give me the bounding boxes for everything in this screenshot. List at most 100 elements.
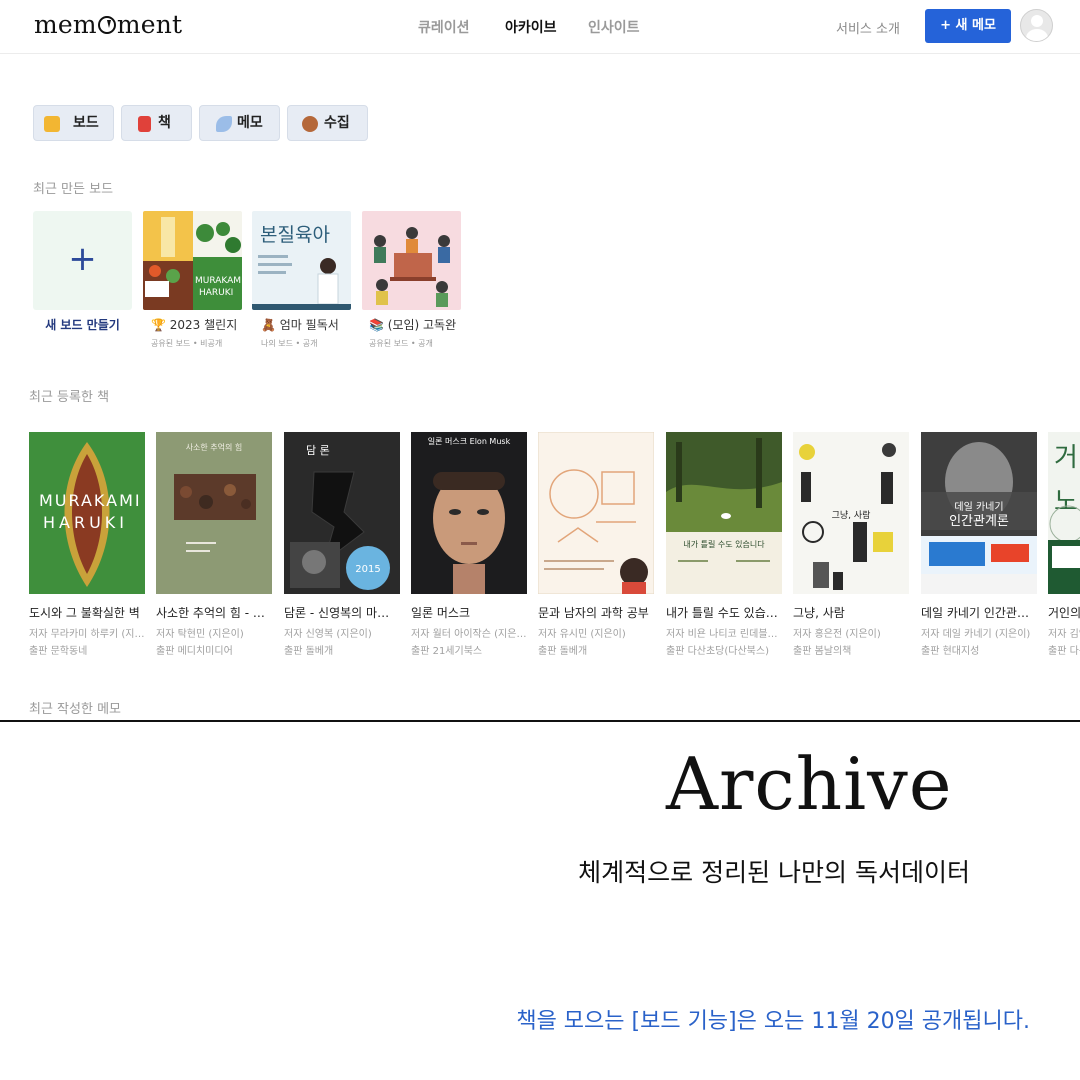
tab-board[interactable]: 보드 bbox=[33, 105, 114, 141]
svg-text:노: 노 bbox=[1054, 487, 1078, 517]
book-cover-image: 일론 머스크 Elon Musk bbox=[411, 432, 527, 594]
svg-text:거: 거 bbox=[1054, 443, 1078, 473]
board-illustration-image bbox=[362, 211, 461, 310]
board-title[interactable]: 📚 (모임) 고독완 bbox=[369, 316, 456, 333]
svg-text:일론 머스크 Elon Musk: 일론 머스크 Elon Musk bbox=[428, 437, 511, 446]
tab-book[interactable]: 책 bbox=[121, 105, 192, 141]
book-cover[interactable]: 일론 머스크 Elon Musk bbox=[411, 432, 527, 594]
book-cover[interactable]: MURAKAMI HARUKI bbox=[29, 432, 145, 594]
recent-books-heading: 최근 등록한 책 bbox=[29, 390, 110, 405]
nav-archive[interactable]: 아카이브 bbox=[505, 17, 557, 37]
feather-icon bbox=[216, 116, 232, 132]
book-publisher: 출판 21세기북스 bbox=[411, 646, 483, 657]
tab-board-label: 보드 bbox=[73, 115, 99, 131]
book-cover[interactable]: 그냥, 사람 bbox=[793, 432, 909, 594]
recent-boards-heading: 최근 만든 보드 bbox=[33, 182, 114, 197]
board-cover-image: 본질육아 bbox=[252, 211, 351, 310]
board-title[interactable]: 🏆 2023 챌린지 bbox=[151, 316, 237, 333]
tab-collect-label: 수집 bbox=[324, 115, 350, 131]
book-publisher: 출판 봄날의책 bbox=[793, 646, 852, 657]
book-title[interactable]: 내가 틀릴 수도 있습니다 bbox=[666, 604, 782, 621]
book-publisher: 출판 문학동네 bbox=[29, 646, 88, 657]
book-title[interactable]: 도시와 그 불확실한 벽 bbox=[29, 604, 145, 621]
book-cover[interactable]: 담 론 2015 bbox=[284, 432, 400, 594]
promo-headline: Archive bbox=[666, 742, 953, 826]
svg-text:인간관계론: 인간관계론 bbox=[949, 514, 1009, 529]
book-author: 저자 김익한 (지은이) bbox=[1048, 629, 1080, 640]
promo-subtitle: 체계적으로 정리된 나만의 독서데이터 bbox=[578, 858, 970, 887]
book-author: 저자 유시민 (지은이) bbox=[538, 629, 626, 640]
tab-collect[interactable]: 수집 bbox=[287, 105, 368, 141]
nav-insight[interactable]: 인사이트 bbox=[588, 17, 640, 37]
board-meta: 공유된 보드 • 비공개 bbox=[151, 339, 223, 348]
new-board-button[interactable]: + bbox=[33, 211, 132, 310]
book-cover-image: MURAKAMI HARUKI bbox=[29, 432, 145, 594]
svg-text:MURAKAMI: MURAKAMI bbox=[39, 491, 142, 510]
book-author: 저자 탁현민 (지은이) bbox=[156, 629, 244, 640]
page: mem ment 큐레이션 아카이브 인사이트 서비스 소개 + 새 메모 보드 … bbox=[0, 0, 1080, 1080]
svg-text:MURAKAMI: MURAKAMI bbox=[195, 276, 242, 286]
book-author: 저자 홍은전 (지은이) bbox=[793, 629, 881, 640]
svg-text:그냥, 사람: 그냥, 사람 bbox=[832, 509, 871, 521]
board-meta: 공유된 보드 • 공개 bbox=[369, 339, 433, 348]
book-cover[interactable]: 사소한 추억의 힘 bbox=[156, 432, 272, 594]
nav-curation[interactable]: 큐레이션 bbox=[418, 17, 470, 37]
squirrel-icon bbox=[302, 116, 318, 132]
book-title[interactable]: 담론 - 신영복의 마지막 강의 bbox=[284, 604, 400, 621]
board-thumbnail[interactable] bbox=[362, 211, 461, 310]
board-cover-title: 본질육아 bbox=[260, 224, 330, 246]
book-cover[interactable]: 데일 카네기 인간관계론 bbox=[921, 432, 1037, 594]
book-author: 저자 비욘 나티코 린데블라드 bbox=[666, 629, 782, 640]
book-author: 저자 신영복 (지은이) bbox=[284, 629, 372, 640]
svg-text:사소한 추억의 힘: 사소한 추억의 힘 bbox=[186, 442, 243, 452]
avatar[interactable] bbox=[1020, 9, 1053, 42]
promo-notice: 책을 모으는 [보드 기능]은 오는 11월 20일 공개됩니다. bbox=[516, 1009, 1030, 1034]
book-cover-image bbox=[538, 432, 654, 594]
book-cover-image: 담 론 2015 bbox=[284, 432, 400, 594]
svg-text:내가 틀릴 수도 있습니다: 내가 틀릴 수도 있습니다 bbox=[683, 539, 765, 549]
tab-memo-label: 메모 bbox=[237, 115, 263, 131]
service-intro-link[interactable]: 서비스 소개 bbox=[836, 18, 900, 37]
book-publisher: 출판 현대지성 bbox=[921, 646, 980, 657]
board-collage-image: MURAKAMI HARUKI bbox=[143, 211, 242, 310]
book-cover[interactable]: 거 노 bbox=[1048, 432, 1080, 594]
new-board-label[interactable]: 새 보드 만들기 bbox=[33, 316, 132, 333]
book-title[interactable]: 문과 남자의 과학 공부 bbox=[538, 604, 654, 621]
book-publisher: 출판 돌베개 bbox=[538, 646, 588, 657]
folder-icon bbox=[44, 116, 60, 132]
book-title[interactable]: 사소한 추억의 힘 - 탁현민 bbox=[156, 604, 272, 621]
book-author: 저자 무라카미 하루키 (지은이) bbox=[29, 629, 145, 640]
top-navbar: mem ment 큐레이션 아카이브 인사이트 서비스 소개 + 새 메모 bbox=[0, 0, 1080, 54]
book-publisher: 출판 다산초당(다산북스) bbox=[666, 646, 769, 657]
logo[interactable]: mem ment bbox=[34, 10, 182, 39]
section-divider bbox=[0, 720, 1080, 722]
book-cover-image: 거 노 bbox=[1048, 432, 1080, 594]
svg-text:2015: 2015 bbox=[355, 564, 380, 575]
book-author: 저자 월터 아이작슨 (지은이) bbox=[411, 629, 527, 640]
book-title[interactable]: 거인의 노트 bbox=[1048, 604, 1080, 621]
book-title[interactable]: 데일 카네기 인간관계론 bbox=[921, 604, 1037, 621]
book-cover-image: 사소한 추억의 힘 bbox=[156, 432, 272, 594]
tab-memo[interactable]: 메모 bbox=[199, 105, 280, 141]
board-meta: 나의 보드 • 공개 bbox=[261, 339, 318, 348]
tab-book-label: 책 bbox=[158, 115, 171, 131]
svg-text:HARUKI: HARUKI bbox=[199, 288, 233, 298]
book-title[interactable]: 그냥, 사람 bbox=[793, 604, 909, 621]
plus-icon: + bbox=[68, 239, 97, 279]
book-title[interactable]: 일론 머스크 bbox=[411, 604, 527, 621]
board-thumbnail[interactable]: 본질육아 bbox=[252, 211, 351, 310]
board-thumbnail[interactable]: MURAKAMI HARUKI bbox=[143, 211, 242, 310]
logo-o-icon bbox=[97, 16, 116, 34]
book-cover-image: 내가 틀릴 수도 있습니다 bbox=[666, 432, 782, 594]
new-memo-button[interactable]: + 새 메모 bbox=[925, 9, 1011, 43]
book-publisher: 출판 메디치미디어 bbox=[156, 646, 233, 657]
svg-text:담 론: 담 론 bbox=[306, 444, 330, 457]
board-title[interactable]: 🧸 엄마 필독서 bbox=[261, 316, 339, 333]
book-cover-image: 데일 카네기 인간관계론 bbox=[921, 432, 1037, 594]
book-author: 저자 데일 카네기 (지은이) bbox=[921, 629, 1031, 640]
svg-text:HARUKI: HARUKI bbox=[43, 513, 128, 532]
book-cover[interactable]: 내가 틀릴 수도 있습니다 bbox=[666, 432, 782, 594]
book-cover[interactable] bbox=[538, 432, 654, 594]
book-cover-image: 그냥, 사람 bbox=[793, 432, 909, 594]
book-publisher: 출판 돌베개 bbox=[284, 646, 334, 657]
